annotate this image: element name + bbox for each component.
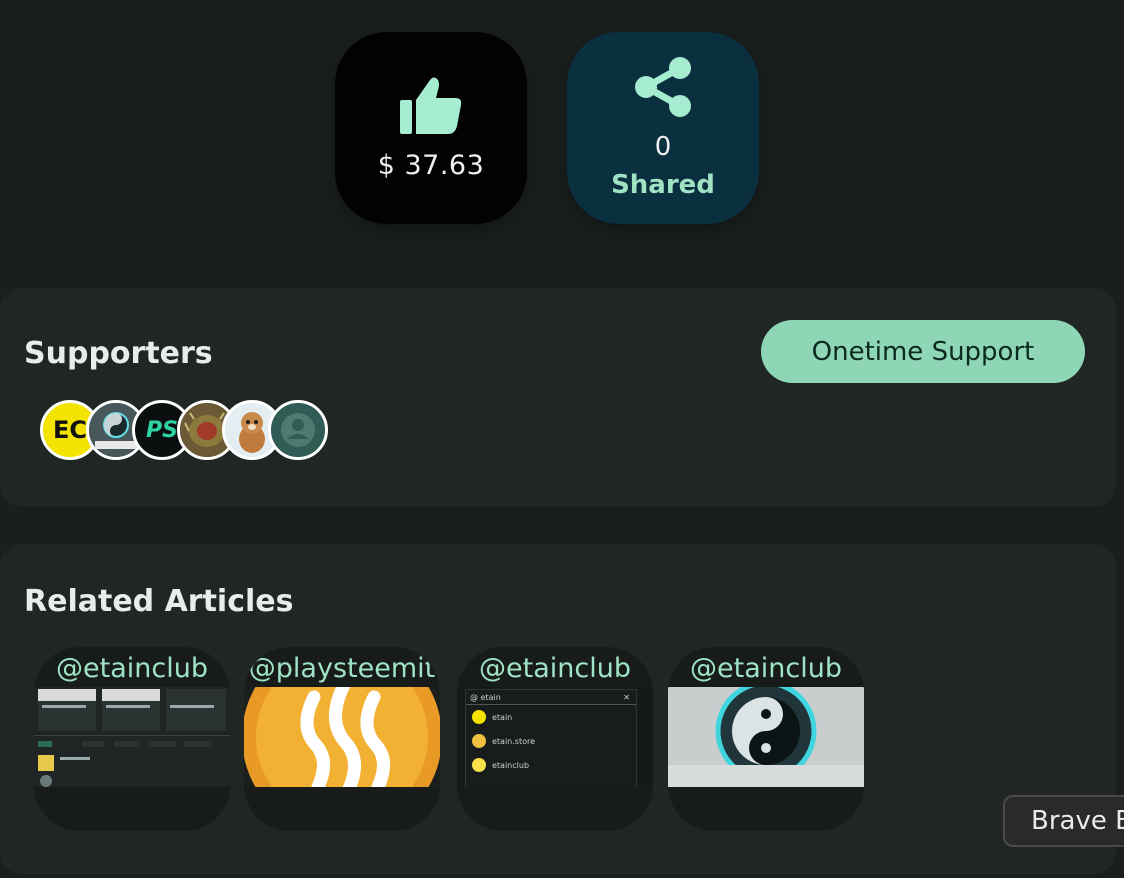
article-thumbnail: @ etain ✕ etain etain.store etainclub <box>457 687 653 787</box>
article-thumbnail <box>668 687 864 787</box>
related-article-card[interactable]: @etainclub @ etain ✕ etain etain.store e… <box>457 647 653 831</box>
share-label: Shared <box>611 170 715 200</box>
eversteem-thumbnail-icon <box>668 687 864 787</box>
etain-avatar-icon <box>472 710 486 724</box>
etain-store-avatar-icon <box>472 734 486 748</box>
article-thumbnail <box>244 687 440 787</box>
related-article-card[interactable]: @etainclub <box>34 647 230 831</box>
user-icon <box>271 403 325 457</box>
share-icon <box>634 56 692 122</box>
card-author: @etainclub <box>690 653 842 684</box>
share-count: 0 <box>654 132 672 162</box>
mention-search-input: etain <box>480 692 501 702</box>
like-button[interactable]: $ 37.63 <box>335 32 527 224</box>
card-author: @etainclub <box>56 653 208 684</box>
like-amount: $ 37.63 <box>377 149 485 181</box>
etainclub-avatar-icon <box>472 758 486 772</box>
related-article-card[interactable]: @etainclub <box>668 647 864 831</box>
avatar-default[interactable] <box>268 400 328 460</box>
steem-logo-icon <box>244 687 440 787</box>
article-thumbnail <box>34 687 230 787</box>
onetime-support-button[interactable]: Onetime Support <box>761 320 1085 383</box>
close-icon: ✕ <box>623 692 630 702</box>
related-articles-panel: Related Articles @etainclub @playsteemit… <box>0 544 1116 874</box>
thumbs-up-icon <box>398 76 464 140</box>
supporters-panel: Supporters Onetime Support EC PS <box>0 288 1116 507</box>
share-button[interactable]: 0 Shared <box>567 32 759 224</box>
related-articles-title: Related Articles <box>24 584 294 619</box>
screenshot-thumbnail-icon <box>34 687 230 787</box>
card-author: @playsteemit <box>248 653 436 684</box>
supporters-title: Supporters <box>24 336 213 371</box>
browser-tooltip: Brave B <box>1003 795 1124 847</box>
related-article-card[interactable]: @playsteemit <box>244 647 440 831</box>
card-author: @etainclub <box>479 653 631 684</box>
